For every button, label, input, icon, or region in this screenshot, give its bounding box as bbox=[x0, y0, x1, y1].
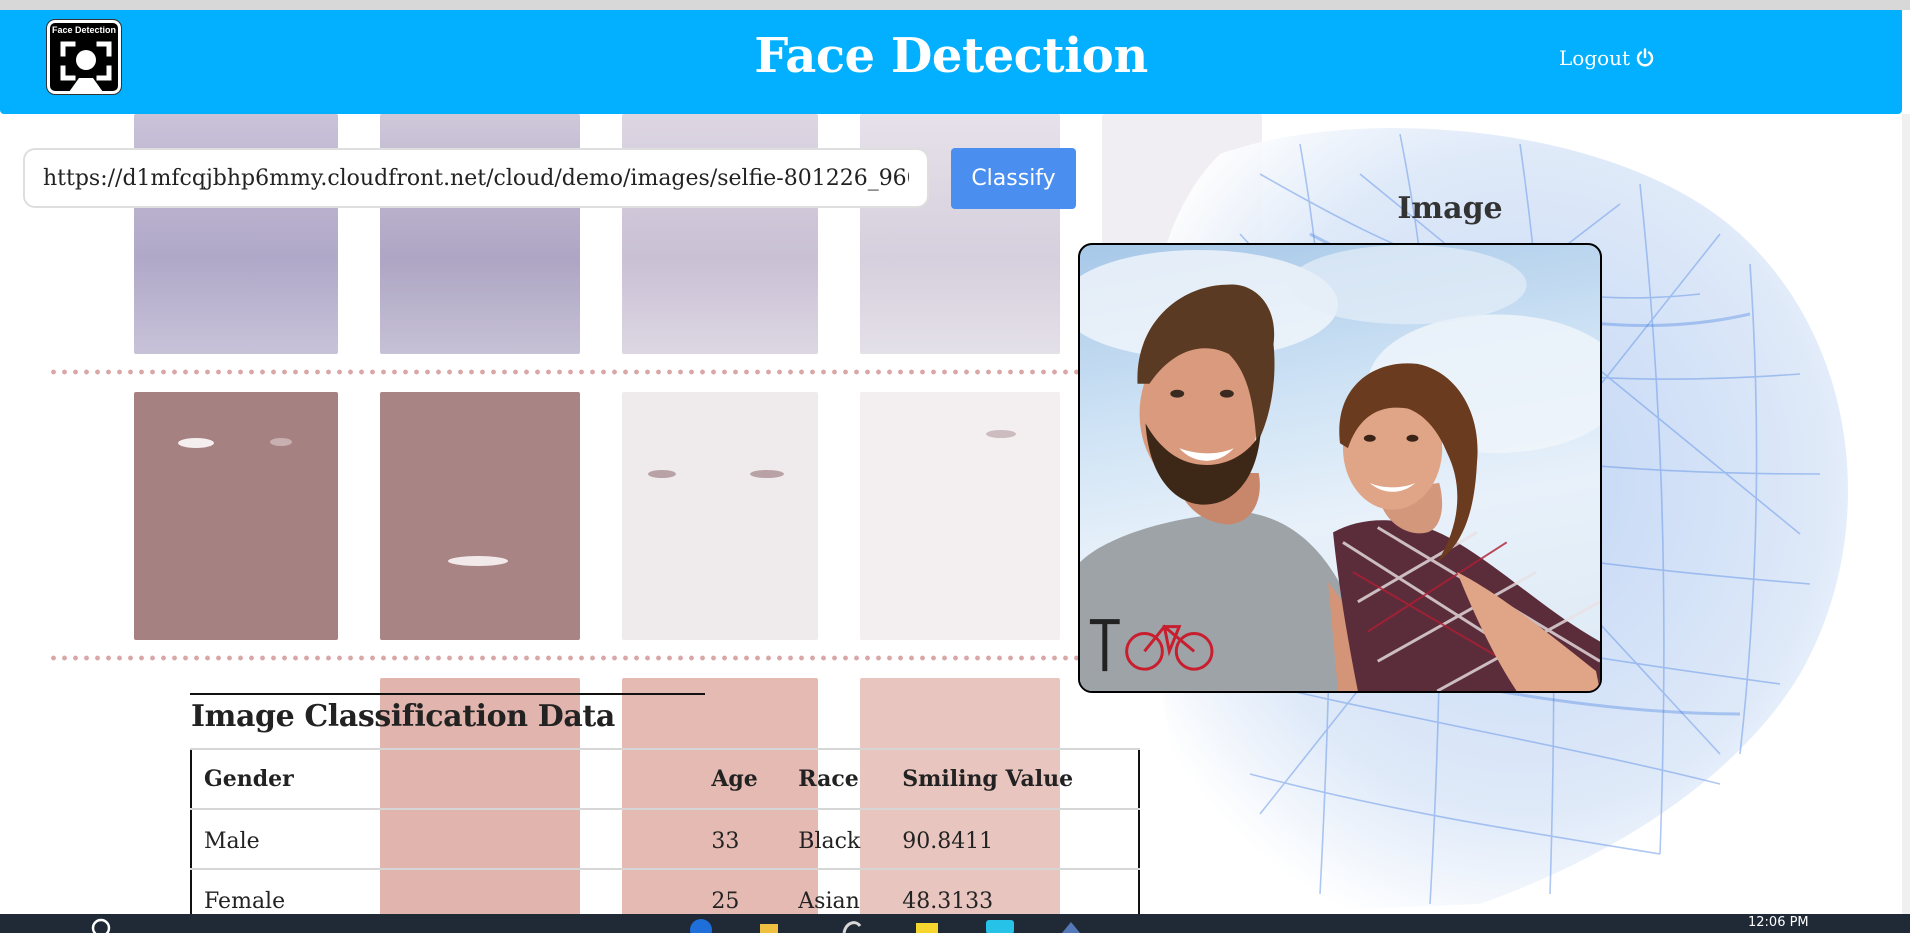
column-header-smiling-value: Smiling Value bbox=[890, 748, 1139, 810]
bg-highlight bbox=[270, 438, 292, 446]
column-header-age: Age bbox=[699, 748, 787, 810]
cell-age: 33 bbox=[699, 808, 787, 869]
logout-label: Logout bbox=[1559, 46, 1631, 70]
bg-dotted-line bbox=[48, 368, 1078, 376]
edge-browser-icon[interactable] bbox=[688, 916, 714, 933]
paint-icon[interactable] bbox=[838, 916, 864, 933]
bg-highlight bbox=[178, 438, 214, 448]
os-taskbar: 12:06 PM bbox=[0, 914, 1910, 933]
logout-button[interactable]: Logout bbox=[1559, 44, 1655, 72]
taskbar-clock[interactable]: 12:06 PM bbox=[1748, 915, 1809, 930]
column-header-race: Race bbox=[786, 748, 891, 810]
search-icon[interactable] bbox=[88, 916, 114, 933]
classification-section: Image Classification Data Gender Age Rac… bbox=[190, 693, 1140, 933]
cell-smiling-value: 90.8411 bbox=[890, 808, 1139, 869]
table-row: Male 33 Black 90.8411 bbox=[191, 808, 1139, 869]
bg-face-tile bbox=[860, 392, 1060, 640]
bg-face-tile bbox=[134, 392, 338, 640]
image-url-input[interactable] bbox=[23, 148, 929, 208]
app-header: Face Detection Face Detection Logout bbox=[0, 10, 1902, 114]
table-header-row: Gender Age Race Smiling Value bbox=[191, 748, 1139, 810]
bg-dotted-line bbox=[48, 654, 1078, 662]
cloud-app-icon[interactable] bbox=[982, 916, 1018, 933]
selfie-photo-illustration bbox=[1080, 245, 1600, 691]
browser-top-edge bbox=[0, 0, 1910, 10]
classify-button[interactable]: Classify bbox=[951, 148, 1076, 209]
column-header-gender: Gender bbox=[191, 748, 700, 810]
section-divider bbox=[190, 693, 705, 695]
bg-face-tile bbox=[622, 392, 818, 640]
cell-race: Black bbox=[786, 808, 891, 869]
bg-face-tile bbox=[380, 392, 580, 640]
uploaded-photo bbox=[1078, 243, 1602, 693]
classification-title: Image Classification Data bbox=[191, 699, 615, 734]
cell-gender: Male bbox=[191, 808, 700, 869]
file-explorer-icon[interactable] bbox=[756, 916, 782, 933]
page-scrollbar[interactable] bbox=[1902, 114, 1910, 914]
classification-table: Gender Age Race Smiling Value Male 33 Bl… bbox=[190, 748, 1140, 929]
image-heading: Image bbox=[1397, 191, 1503, 226]
bg-highlight bbox=[648, 470, 676, 478]
bg-highlight bbox=[986, 430, 1016, 438]
power-icon bbox=[1636, 48, 1654, 67]
notes-icon[interactable] bbox=[912, 916, 942, 933]
app-icon[interactable] bbox=[1058, 916, 1084, 933]
bg-highlight bbox=[448, 556, 508, 566]
bg-highlight bbox=[750, 470, 784, 478]
